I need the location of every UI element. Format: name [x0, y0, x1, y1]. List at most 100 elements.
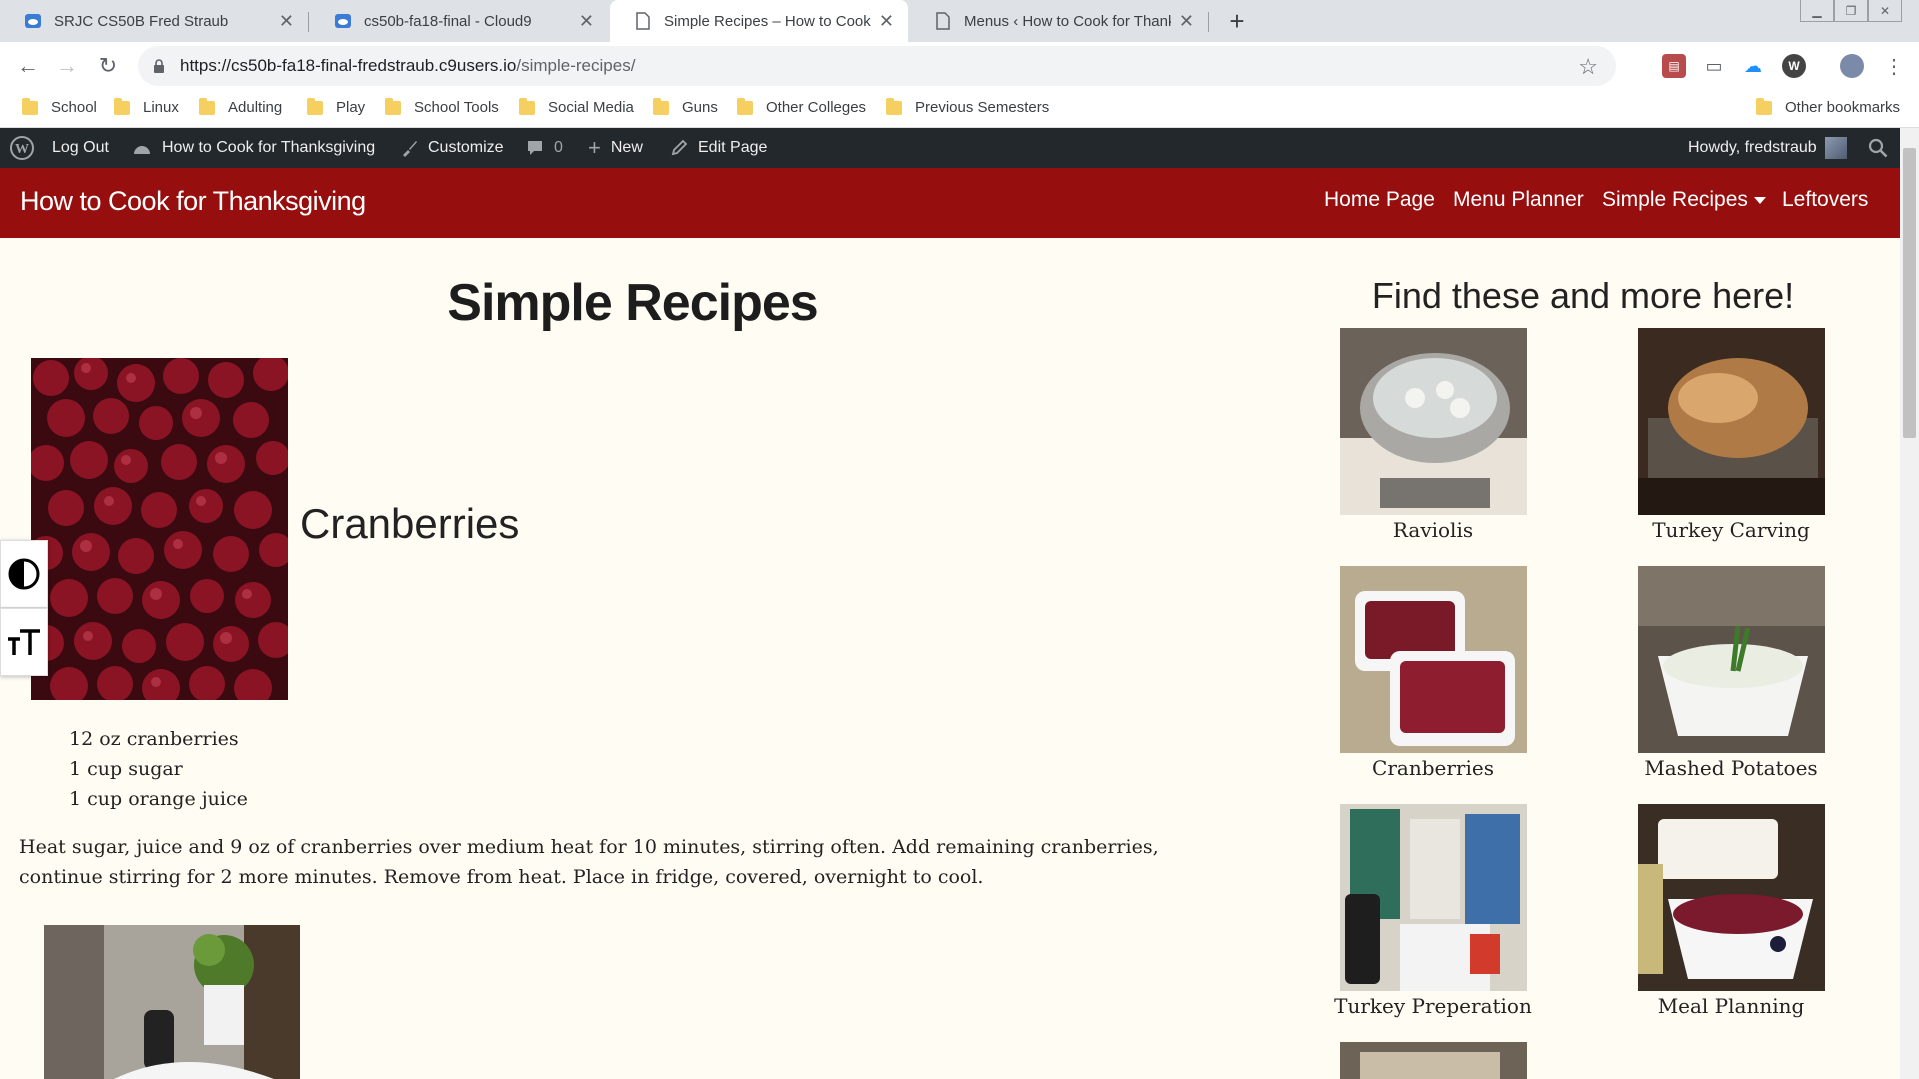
bookmark-label: Guns: [682, 99, 718, 116]
recipe-name: Cranberries: [300, 500, 520, 547]
bookmark-star-icon[interactable]: ☆: [1578, 54, 1598, 80]
customize-link[interactable]: Customize: [400, 128, 504, 168]
close-window-button[interactable]: ✕: [1868, 0, 1902, 22]
turkey-preperation-thumbnail[interactable]: [1340, 804, 1527, 991]
new-tab-button[interactable]: +: [1222, 6, 1252, 36]
bookmark-folder[interactable]: Previous Semesters: [886, 97, 1050, 116]
mashed-potatoes-thumbnail[interactable]: [1638, 566, 1825, 753]
ingredient-list: 12 oz cranberries 1 cup sugar 1 cup oran…: [69, 724, 248, 814]
reload-button[interactable]: ↻: [92, 50, 124, 82]
nav-menu-planner[interactable]: Menu Planner: [1453, 188, 1584, 212]
bookmark-folder[interactable]: Other Colleges: [737, 97, 866, 116]
profile-avatar[interactable]: [1840, 54, 1864, 78]
scrollbar-thumb[interactable]: [1903, 148, 1916, 438]
forward-button[interactable]: →: [51, 50, 83, 82]
url-path: /simple-recipes/: [516, 56, 636, 75]
cranberries-photo: [31, 358, 288, 700]
mashed-potatoes-caption[interactable]: Mashed Potatoes: [1621, 756, 1841, 780]
folder-icon: [886, 97, 902, 115]
bookmark-folder[interactable]: School: [22, 97, 97, 116]
tab-divider: [1208, 12, 1209, 32]
folder-icon: [519, 97, 535, 115]
next-recipe-thumbnail[interactable]: [1340, 1042, 1527, 1079]
page-icon: [934, 12, 952, 30]
close-tab-icon[interactable]: ✕: [279, 11, 294, 32]
menu-kebab-icon[interactable]: ⋮: [1882, 54, 1906, 78]
folder-icon: [114, 97, 130, 115]
comments-count: 0: [554, 139, 563, 156]
restore-button[interactable]: ❐: [1834, 0, 1868, 22]
turkey-preperation-caption[interactable]: Turkey Preperation: [1323, 994, 1543, 1018]
plus-icon: +: [588, 135, 601, 160]
account-menu[interactable]: Howdy, fredstraub: [1688, 128, 1847, 168]
ingredient-item: 1 cup sugar: [69, 758, 183, 780]
tab-srjc[interactable]: SRJC CS50B Fred Straub ✕: [0, 0, 308, 42]
cast-icon[interactable]: ▭: [1702, 54, 1726, 78]
back-button[interactable]: ←: [12, 50, 44, 82]
turkey-carving-caption[interactable]: Turkey Carving: [1621, 518, 1841, 542]
bookmark-label: Play: [336, 99, 366, 116]
meal-planning-caption[interactable]: Meal Planning: [1621, 994, 1841, 1018]
recipe-instructions: Heat sugar, juice and 9 oz of cranberrie…: [19, 832, 1189, 892]
browser-tab-strip: SRJC CS50B Fred Straub ✕ cs50b-fa18-fina…: [0, 0, 1919, 42]
contrast-toggle-button[interactable]: [0, 540, 48, 608]
edit-page-link[interactable]: Edit Page: [670, 128, 767, 168]
tab-divider: [308, 12, 309, 32]
logout-link[interactable]: Log Out: [52, 128, 109, 168]
bookmark-folder[interactable]: Play: [307, 97, 366, 116]
meal-planning-thumbnail[interactable]: [1638, 804, 1825, 991]
wordpress-extension-icon[interactable]: W: [1782, 54, 1806, 78]
url-host: https://cs50b-fa18-final-fredstraub.c9us…: [180, 56, 517, 75]
turkey-carving-thumbnail[interactable]: [1638, 328, 1825, 515]
new-content-link[interactable]: + New: [588, 128, 643, 168]
tab-title: cs50b-fa18-final - Cloud9: [364, 12, 532, 30]
bookmark-folder[interactable]: Guns: [653, 97, 718, 116]
other-bookmarks[interactable]: Other bookmarks: [1756, 97, 1900, 116]
browser-toolbar: ← → ↻ https://cs50b-fa18-final-fredstrau…: [0, 42, 1919, 90]
font-size-button[interactable]: [0, 608, 48, 676]
tab-title: SRJC CS50B Fred Straub: [54, 12, 229, 30]
howdy-label: Howdy, fredstraub: [1688, 139, 1817, 156]
bookmark-label: Social Media: [548, 99, 634, 116]
page-title: Simple Recipes: [447, 274, 818, 332]
cloud-extension-icon[interactable]: ☁: [1741, 54, 1765, 78]
cranberries-caption[interactable]: Cranberries: [1323, 756, 1543, 780]
tab-simple-recipes[interactable]: Simple Recipes – How to Cook fo ✕: [610, 0, 908, 42]
tab-cloud9[interactable]: cs50b-fa18-final - Cloud9 ✕: [310, 0, 608, 42]
close-tab-icon[interactable]: ✕: [879, 11, 894, 32]
site-brand[interactable]: How to Cook for Thanksgiving: [20, 186, 366, 217]
close-tab-icon[interactable]: ✕: [1179, 11, 1194, 32]
raviolis-caption[interactable]: Raviolis: [1323, 518, 1543, 542]
instructions-line: continue stirring for 2 more minutes. Re…: [19, 866, 984, 888]
page-icon: [634, 12, 652, 30]
nav-home-page[interactable]: Home Page: [1324, 188, 1435, 212]
folder-icon: [385, 97, 401, 115]
bookmark-label: School Tools: [414, 99, 499, 116]
bookmark-folder[interactable]: School Tools: [385, 97, 499, 116]
bookmarks-bar: School Linux Adulting Play School Tools …: [0, 90, 1919, 128]
close-tab-icon[interactable]: ✕: [579, 11, 594, 32]
wordpress-logo-icon[interactable]: W: [10, 128, 34, 168]
tab-title: Menus ‹ How to Cook for Thanks: [964, 12, 1171, 30]
nav-simple-recipes[interactable]: Simple Recipes: [1602, 188, 1766, 212]
cloud9-icon: [334, 12, 352, 30]
bookmark-label: Previous Semesters: [915, 99, 1050, 116]
raviolis-thumbnail[interactable]: [1340, 328, 1527, 515]
search-icon[interactable]: [1868, 128, 1888, 168]
address-bar[interactable]: https://cs50b-fa18-final-fredstraub.c9us…: [138, 46, 1616, 86]
chevron-down-icon: [1753, 196, 1766, 204]
cranberries-thumbnail[interactable]: [1340, 566, 1527, 753]
ingredient-item: 12 oz cranberries: [69, 728, 239, 750]
tab-menus[interactable]: Menus ‹ How to Cook for Thanks ✕: [910, 0, 1208, 42]
site-name-link[interactable]: How to Cook for Thanksgiving: [132, 128, 375, 168]
bookmark-folder[interactable]: Adulting: [199, 97, 282, 116]
comments-link[interactable]: 0: [526, 128, 563, 168]
minimize-button[interactable]: ▁: [1800, 0, 1834, 22]
bookmark-folder[interactable]: Social Media: [519, 97, 634, 116]
pdf-extension-icon[interactable]: ▤: [1662, 54, 1686, 78]
bookmark-folder[interactable]: Linux: [114, 97, 179, 116]
nav-leftovers[interactable]: Leftovers: [1782, 188, 1868, 212]
new-label: New: [610, 139, 643, 156]
bookmark-label: Linux: [143, 99, 179, 116]
pencil-icon: [670, 139, 688, 157]
